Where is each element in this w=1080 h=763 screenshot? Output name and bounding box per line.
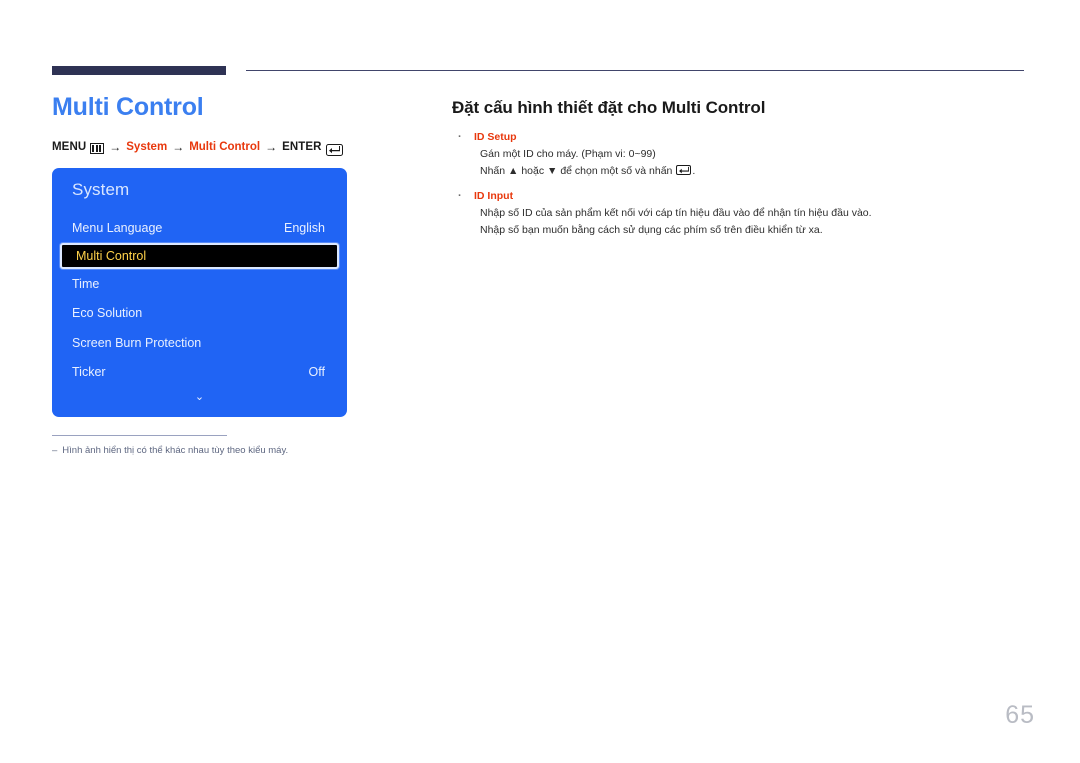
bullet-block-id-input: · ID Input Nhập số ID của sản phẩm kết n…	[452, 190, 1027, 240]
header-rule-thin	[246, 70, 1024, 71]
bullet-block-id-setup: · ID Setup Gán một ID cho máy. (Phạm vi:…	[452, 131, 1027, 181]
osd-menu-list: Menu Language English Multi Control Time…	[52, 214, 347, 388]
bullet-line-suffix: .	[692, 165, 696, 178]
bullet-line: Nhập số ID của sản phẩm kết nối với cáp …	[480, 206, 872, 219]
right-column: Đặt cấu hình thiết đặt cho Multi Control…	[452, 98, 1027, 248]
footnote-block: – Hình ảnh hiển thị có thể khác nhau tùy…	[52, 434, 302, 457]
bullet-dot-icon: ·	[458, 189, 462, 202]
osd-row-label: Menu Language	[72, 221, 163, 236]
page-number: 65	[1005, 701, 1035, 729]
bullet-lines: Nhập số ID của sản phẩm kết nối với cáp …	[452, 205, 1027, 240]
bullet-heading-id-input: ID Input	[474, 189, 514, 202]
footnote: – Hình ảnh hiển thị có thể khác nhau tùy…	[52, 444, 302, 457]
bullet-heading-row: · ID Setup	[452, 131, 1027, 143]
bullet-line: Gán một ID cho máy. (Phạm vi: 0~99)	[480, 148, 656, 160]
osd-row-label: Multi Control	[76, 249, 147, 263]
osd-row-menu-language[interactable]: Menu Language English	[52, 214, 347, 244]
osd-panel: System Menu Language English Multi Contr…	[52, 167, 347, 417]
footnote-text: Hình ảnh hiển thị có thể khác nhau tùy t…	[62, 444, 289, 456]
osd-row-ticker[interactable]: Ticker Off	[52, 358, 347, 388]
breadcrumb-step-system: System	[126, 140, 168, 153]
bullet-line-text: Nhấn ▲ hoặc ▼ để chọn một số và nhấn	[480, 165, 673, 178]
osd-row-value: English	[284, 221, 325, 236]
enter-return-icon	[325, 143, 343, 156]
chevron-down-icon[interactable]: ⌄	[52, 391, 347, 403]
osd-row-eco-solution[interactable]: Eco Solution	[52, 299, 347, 329]
menu-bars-icon	[90, 143, 105, 154]
bullet-line-with-icon: Nhấn ▲ hoặc ▼ để chọn một số và nhấn .	[480, 163, 1027, 180]
osd-row-value: Off	[308, 365, 325, 380]
osd-row-label: Time	[72, 276, 100, 291]
osd-title: System	[72, 179, 130, 199]
chapter-title: Multi Control	[52, 93, 204, 121]
osd-row-multi-control[interactable]: Multi Control	[60, 243, 339, 269]
breadcrumb-arrow-2: →	[172, 139, 185, 154]
breadcrumb-step-multi-control: Multi Control	[189, 140, 261, 153]
breadcrumb-arrow-3: →	[265, 139, 278, 154]
header-rule-thick	[52, 66, 226, 75]
osd-row-time[interactable]: Time	[52, 269, 347, 299]
bullet-dot-icon: ·	[458, 131, 462, 143]
bullet-heading-row: · ID Input	[452, 190, 1027, 202]
breadcrumb-arrow-1: →	[109, 139, 122, 154]
footnote-divider	[52, 434, 227, 436]
bullet-lines: Gán một ID cho máy. (Phạm vi: 0~99) Nhấn…	[452, 146, 1027, 181]
footnote-dash: –	[52, 444, 58, 456]
bullet-heading-id-setup: ID Setup	[474, 131, 517, 143]
left-column: Multi Control MENU → System → Multi Cont…	[52, 93, 397, 457]
osd-row-label: Ticker	[72, 365, 106, 380]
osd-row-label: Screen Burn Protection	[72, 335, 202, 350]
breadcrumb: MENU → System → Multi Control → ENTER	[52, 139, 397, 156]
breadcrumb-menu-label: MENU	[52, 140, 87, 153]
section-title: Đặt cấu hình thiết đặt cho Multi Control	[452, 98, 766, 117]
bullet-line: Nhập số bạn muốn bằng cách sử dụng các p…	[480, 223, 823, 236]
breadcrumb-enter-label: ENTER	[282, 140, 322, 153]
osd-row-label: Eco Solution	[72, 306, 143, 321]
osd-row-screen-burn-protection[interactable]: Screen Burn Protection	[52, 328, 347, 358]
enter-return-icon	[676, 165, 692, 176]
header-rules	[52, 66, 1024, 76]
